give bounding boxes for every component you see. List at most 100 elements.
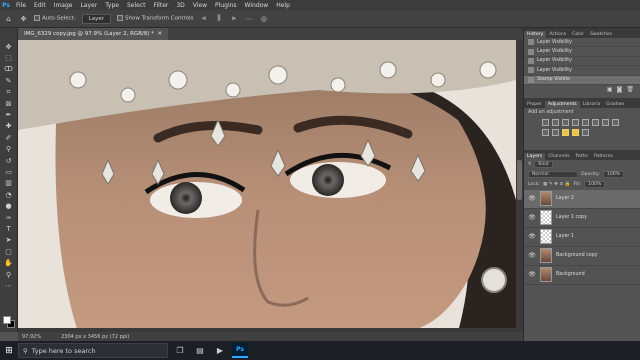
eyedropper-icon[interactable]: ✒ <box>3 110 15 119</box>
vibrance-icon[interactable] <box>582 118 589 126</box>
history-item[interactable]: Layer Visibility <box>524 47 640 57</box>
transform-controls-checkbox[interactable] <box>117 15 124 22</box>
history-item[interactable]: Layer Visibility <box>524 57 640 67</box>
rectangle-icon[interactable]: ▢ <box>3 247 15 256</box>
eraser-icon[interactable]: ▭ <box>3 167 15 176</box>
edit-toolbar-icon[interactable]: ⋯ <box>3 281 15 290</box>
crop-icon[interactable]: ⌗ <box>3 88 15 97</box>
curves-icon[interactable] <box>562 118 569 126</box>
history-item[interactable]: Layer Visibility <box>524 66 640 76</box>
opacity-input[interactable]: 100% <box>602 171 625 179</box>
path-select-icon[interactable]: ➤ <box>3 236 15 245</box>
auto-select-target-dropdown[interactable]: Layer <box>81 13 112 24</box>
document-tab[interactable]: IMG_6329 copy.jpg @ 97.9% (Layer 2, RGB/… <box>18 28 169 40</box>
trash-icon[interactable]: 🗑 <box>626 86 634 93</box>
brush-icon[interactable]: ✐ <box>3 133 15 142</box>
tab-properties[interactable]: Proper <box>524 101 545 108</box>
selective-color-icon[interactable] <box>572 128 579 136</box>
frame-icon[interactable]: ⊠ <box>3 99 15 108</box>
layer-name[interactable]: Layer 1 copy <box>556 215 587 220</box>
gradient-icon[interactable]: ▥ <box>3 179 15 188</box>
color-balance-icon[interactable] <box>602 118 609 126</box>
pen-icon[interactable]: ✑ <box>3 213 15 222</box>
menu-help[interactable]: Help <box>272 2 294 9</box>
levels-icon[interactable] <box>552 118 559 126</box>
hue-saturation-icon[interactable] <box>592 118 599 126</box>
tab-paths[interactable]: Paths <box>572 153 591 160</box>
menu-filter[interactable]: Filter <box>150 2 173 9</box>
tab-adjustments[interactable]: Adjustments <box>544 100 580 108</box>
dodge-icon[interactable]: ● <box>3 201 15 210</box>
layer-row[interactable]: 👁 Background <box>524 266 640 285</box>
invert-icon[interactable] <box>542 128 549 136</box>
hand-icon[interactable]: ✋ <box>3 258 15 267</box>
auto-select-toggle[interactable]: Auto-Select: <box>34 15 76 22</box>
quick-select-icon[interactable]: ✎ <box>3 76 15 85</box>
type-icon[interactable]: T <box>3 224 15 233</box>
media-app-icon[interactable]: ▶ <box>212 343 228 358</box>
visibility-eye-icon[interactable]: 👁 <box>528 195 536 202</box>
blend-mode-dropdown[interactable]: Normal <box>528 171 578 179</box>
color-swatches[interactable] <box>3 316 15 328</box>
marquee-icon[interactable]: ⬚ <box>3 53 15 62</box>
snapshot-icon[interactable]: ▣ <box>607 86 613 93</box>
layer-row[interactable]: 👁 Background copy <box>524 247 640 266</box>
menu-image[interactable]: Image <box>50 2 77 9</box>
3d-mode-icon[interactable]: ◎ <box>259 14 268 23</box>
document-canvas[interactable] <box>18 40 516 332</box>
exposure-icon[interactable] <box>572 118 579 126</box>
visibility-eye-icon[interactable]: 👁 <box>528 214 536 221</box>
camera-icon[interactable]: ◙ <box>617 86 623 93</box>
auto-select-checkbox[interactable] <box>34 15 40 22</box>
brightness-icon[interactable] <box>542 118 549 126</box>
move-icon[interactable]: ✥ <box>3 42 15 51</box>
tab-libraries[interactable]: Libraria <box>580 101 603 108</box>
lasso-icon[interactable]: ↀ <box>3 65 15 74</box>
windows-start-icon[interactable]: ⊞ <box>0 341 18 360</box>
align-right-icon[interactable]: ⫸ <box>229 14 238 23</box>
more-options-icon[interactable]: ⋯ <box>244 14 253 23</box>
posterize-icon[interactable] <box>552 128 559 136</box>
tab-patterns[interactable]: Patterns <box>591 153 616 160</box>
menu-type[interactable]: Type <box>101 2 123 9</box>
layer-name[interactable]: Layer 1 <box>556 234 574 239</box>
taskbar-search[interactable]: ⚲ Type here to search <box>18 343 168 358</box>
layer-row[interactable]: 👁 Layer 1 copy <box>524 209 640 228</box>
history-brush-icon[interactable]: ↺ <box>3 156 15 165</box>
blur-icon[interactable]: ◔ <box>3 190 15 199</box>
tab-swatches[interactable]: Swatches <box>587 31 615 38</box>
clone-stamp-icon[interactable]: ⚲ <box>3 145 15 154</box>
task-view-icon[interactable]: ❐ <box>172 343 188 358</box>
zoom-icon[interactable]: ⚲ <box>3 270 15 279</box>
tab-actions[interactable]: Actions <box>546 31 569 38</box>
menu-layer[interactable]: Layer <box>76 2 101 9</box>
tab-channels[interactable]: Channels <box>545 153 572 160</box>
align-center-icon[interactable]: ⫼ <box>214 14 223 23</box>
filter-search-icon[interactable]: ⚲ <box>528 162 531 167</box>
fill-input[interactable]: 100% <box>584 181 606 189</box>
menu-select[interactable]: Select <box>123 2 150 9</box>
home-icon[interactable]: ⌂ <box>4 14 13 23</box>
foreground-color[interactable] <box>3 316 11 324</box>
healing-brush-icon[interactable]: ✚ <box>3 122 15 131</box>
menu-window[interactable]: Window <box>241 2 273 9</box>
transform-controls-toggle[interactable]: Show Transform Controls <box>117 15 193 22</box>
layer-name[interactable]: Layer 2 <box>556 196 574 201</box>
menu-3d[interactable]: 3D <box>172 2 188 9</box>
tab-history[interactable]: History <box>524 31 547 38</box>
scrollbar-thumb[interactable] <box>517 160 522 200</box>
close-tab-icon[interactable]: ✕ <box>158 31 163 37</box>
layer-kind-dropdown[interactable]: Kind <box>534 161 553 169</box>
menu-plugins[interactable]: Plugins <box>211 2 241 9</box>
black-white-icon[interactable] <box>612 118 619 126</box>
tab-color[interactable]: Color <box>569 31 587 38</box>
tab-gradients[interactable]: Gradien <box>603 101 627 108</box>
layer-name[interactable]: Background <box>556 272 585 277</box>
align-left-icon[interactable]: ⫷ <box>199 14 208 23</box>
history-item-active[interactable]: Stamp Visible <box>524 75 640 85</box>
history-item[interactable]: Layer Visibility <box>524 38 640 48</box>
visibility-eye-icon[interactable]: 👁 <box>528 271 536 278</box>
layer-row[interactable]: 👁 Layer 1 <box>524 228 640 247</box>
move-tool-icon[interactable]: ✥ <box>19 14 28 23</box>
layer-row[interactable]: 👁 Layer 2 <box>524 189 640 209</box>
